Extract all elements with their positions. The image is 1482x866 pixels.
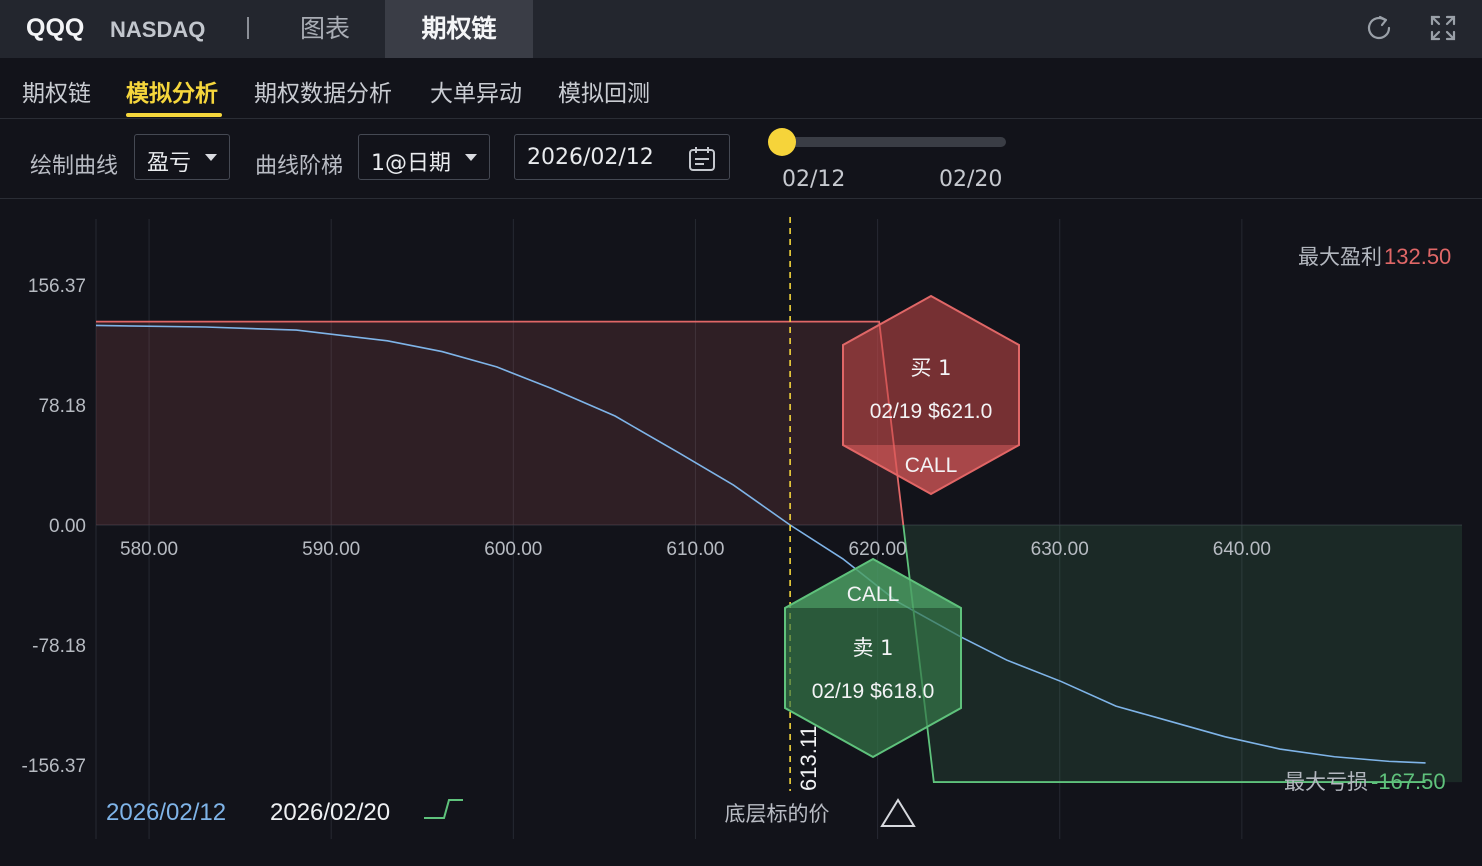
- curve-step-value: 1@日期: [371, 151, 451, 176]
- subtab-unusual-activity[interactable]: 大单异动: [430, 74, 522, 108]
- x-tick-label: 590.00: [302, 539, 360, 560]
- ticker-symbol: QQQ: [26, 14, 85, 42]
- y-tick-label: -156.37: [22, 756, 86, 777]
- max-loss-readout: 最大亏损 -167.50: [1284, 769, 1446, 794]
- current-price-label: 613.11: [796, 725, 821, 791]
- header-divider: [247, 17, 249, 39]
- max-profit-readout: 最大盈利 132.50: [1298, 244, 1451, 269]
- calendar-icon[interactable]: [688, 146, 716, 172]
- date-value: 2026/02/12: [527, 145, 654, 170]
- y-tick-label: -78.18: [32, 636, 86, 657]
- caret-down-icon: [465, 154, 477, 161]
- y-tick-label: 78.18: [38, 396, 86, 417]
- max-profit-value: 132.50: [1384, 244, 1451, 269]
- underlying-price-label: 底层标的价: [725, 802, 830, 826]
- x-tick-label: 640.00: [1213, 539, 1271, 560]
- sell-type: CALL: [847, 583, 900, 606]
- y-tick-label: 0.00: [49, 516, 86, 537]
- controls-bar: 绘制曲线 盈亏 曲线阶梯 1@日期 2026/02/12: [0, 118, 1482, 199]
- tab-option-chain[interactable]: 期权链: [385, 0, 533, 58]
- draw-curve-select[interactable]: 盈亏: [134, 134, 230, 180]
- subtab-simulation[interactable]: 模拟分析: [126, 74, 218, 108]
- max-loss-value: -167.50: [1371, 769, 1446, 794]
- loss-region: [903, 525, 1462, 783]
- date-slider-track[interactable]: [782, 137, 1006, 147]
- pnl-chart[interactable]: 580.00 590.00 600.00 610.00 620.00 630.00 640.…: [0, 199, 1482, 866]
- curve-step-select[interactable]: 1@日期: [358, 134, 490, 180]
- subtab-option-data[interactable]: 期权数据分析: [254, 74, 392, 108]
- expand-icon[interactable]: [1428, 13, 1458, 43]
- slider-start-label: 02/12: [782, 167, 846, 192]
- step-line-icon: [424, 799, 463, 819]
- x-tick-label: 600.00: [484, 539, 542, 560]
- max-loss-label: 最大亏损: [1284, 770, 1368, 794]
- sub-navigation: 期权链 模拟分析 期权数据分析 大单异动 模拟回测: [0, 58, 1482, 119]
- date-slider-handle[interactable]: [768, 128, 796, 156]
- caret-down-icon: [205, 154, 217, 161]
- exchange-name: NASDAQ: [110, 17, 206, 42]
- x-tick-label: 610.00: [666, 539, 724, 560]
- triangle-up-icon[interactable]: [880, 798, 916, 827]
- tab-chart[interactable]: 图表: [270, 0, 380, 58]
- y-tick-label: 156.37: [28, 276, 86, 297]
- buy-action: 买 1: [910, 356, 951, 380]
- draw-curve-label: 绘制曲线: [30, 154, 119, 179]
- chart-legend: 2026/02/12 2026/02/20 底层标的价: [106, 798, 916, 827]
- x-tick-label: 580.00: [120, 539, 178, 560]
- subtab-option-chain[interactable]: 期权链: [22, 74, 91, 108]
- curve-step-label: 曲线阶梯: [255, 154, 344, 179]
- legend-series-current[interactable]: 2026/02/12: [106, 799, 226, 826]
- max-profit-label: 最大盈利: [1298, 245, 1382, 269]
- x-tick-label: 630.00: [1031, 539, 1089, 560]
- profit-region: [96, 321, 904, 525]
- active-tab-underline: [126, 113, 222, 117]
- subtab-backtest[interactable]: 模拟回测: [558, 74, 650, 108]
- buy-type: CALL: [905, 454, 958, 477]
- top-bar: QQQ NASDAQ 图表 期权链: [0, 0, 1482, 58]
- buy-detail: 02/19 $621.0: [870, 400, 993, 423]
- sell-detail: 02/19 $618.0: [812, 680, 935, 703]
- sell-action: 卖 1: [852, 636, 893, 660]
- x-tick-label: 620.00: [849, 539, 907, 560]
- refresh-icon[interactable]: [1364, 13, 1394, 43]
- legend-series-expiry[interactable]: 2026/02/20: [270, 799, 390, 826]
- slider-end-label: 02/20: [939, 167, 1003, 192]
- draw-curve-value: 盈亏: [147, 151, 192, 176]
